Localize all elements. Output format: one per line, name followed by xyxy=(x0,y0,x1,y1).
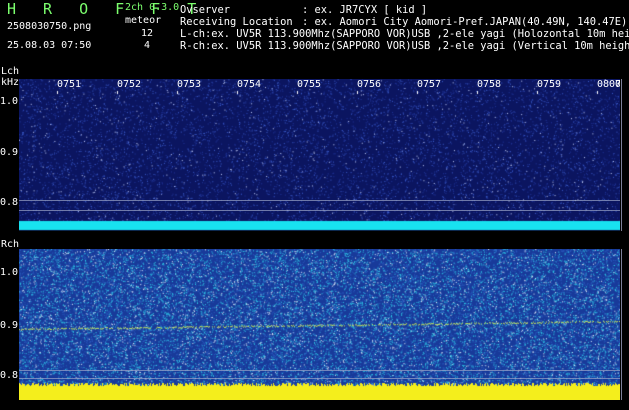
lch-info: L-ch:ex. UV5R 113.900Mhz(SAPPORO VOR)USB… xyxy=(180,28,629,40)
time-tick: 0751 xyxy=(57,79,82,90)
rch-gridline xyxy=(19,370,620,371)
rch-info: R-ch:ex. UV5R 113.900Mhz(SAPPORO VOR)USB… xyxy=(180,40,629,52)
time-tick: 0754 xyxy=(237,79,262,90)
observer-label: Ovserver xyxy=(180,4,231,16)
meteor-count-lch: 12 xyxy=(141,28,154,39)
lch-spectrogram: 0751 0752 0753 0754 0755 0756 0757 0758 0759 0800… xyxy=(19,79,620,231)
lch-noise-canvas xyxy=(19,79,620,231)
lch-ytick-2: 0.9 xyxy=(0,147,19,158)
mode-label: 2ch 0.3.0 xyxy=(125,2,180,13)
time-tick: 0756 xyxy=(357,79,382,90)
filename: 2508030750.png xyxy=(7,21,92,32)
datetime: 25.08.03 07:50 xyxy=(7,40,92,51)
location-label: Receiving Location xyxy=(180,16,293,28)
time-tick: 0759 xyxy=(537,79,562,90)
time-tick: 0753 xyxy=(177,79,202,90)
rch-ytick-3: 0.8 xyxy=(0,370,19,381)
rch-ytick-1: 1.0 xyxy=(0,267,19,278)
lch-ytick-1: 1.0 xyxy=(0,96,19,107)
time-tick: 0752 xyxy=(117,79,142,90)
location-value: : ex. Aomori City Aomori-Pref.JAPAN(40.4… xyxy=(302,16,628,28)
lch-gridline xyxy=(19,200,620,201)
meteor-label: meteor xyxy=(125,15,162,26)
spectrogram-screen: H R O F F T 2ch 0.3.0 meteor 2508030750.… xyxy=(0,0,629,410)
rch-label: Rch xyxy=(1,239,20,250)
meteor-count-rch: 4 xyxy=(144,40,151,51)
time-tick: 0757 xyxy=(417,79,442,90)
rch-gridline xyxy=(19,378,620,379)
lch-side-edge xyxy=(621,79,622,231)
lch-label: Lch xyxy=(1,66,20,77)
time-tick: 0758 xyxy=(477,79,502,90)
lch-unit: kHz xyxy=(1,77,20,88)
rch-ytick-2: 0.9 xyxy=(0,320,19,331)
observer-value: : ex. JR7CYX [ kid ] xyxy=(302,4,428,16)
lch-ytick-3: 0.8 xyxy=(0,197,19,208)
time-tick: 0755 xyxy=(297,79,322,90)
rch-side-edge xyxy=(621,249,622,400)
lch-gridline xyxy=(19,210,620,211)
